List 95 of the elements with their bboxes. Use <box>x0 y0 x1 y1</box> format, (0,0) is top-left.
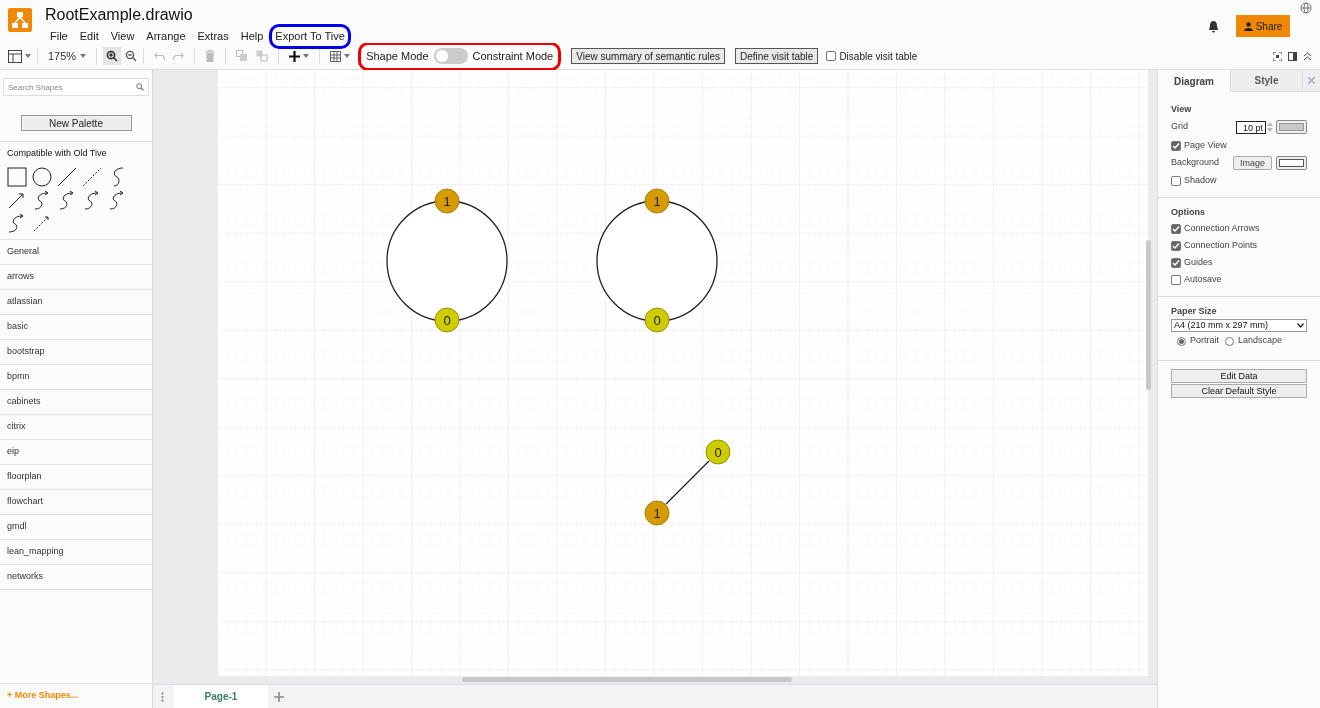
palette-section-header[interactable]: flowchart <box>0 490 152 514</box>
scrollbar[interactable] <box>1146 240 1151 390</box>
palette-section-header[interactable]: networks <box>0 565 152 589</box>
new-palette-button[interactable]: New Palette <box>20 115 132 131</box>
port-badge[interactable]: 0 <box>434 307 460 333</box>
checkbox[interactable] <box>1171 257 1181 268</box>
caret-icon[interactable] <box>80 54 87 58</box>
checkbox[interactable] <box>1171 240 1181 251</box>
menu-item[interactable]: Edit <box>77 27 101 46</box>
port-badge[interactable]: 1 <box>644 500 670 526</box>
palette-section-header[interactable]: arrows <box>0 265 152 289</box>
port-badge[interactable]: 1 <box>434 188 460 214</box>
checkbox[interactable] <box>1171 140 1181 151</box>
share-button[interactable]: Share <box>1236 15 1290 37</box>
checkbox-label: Disable visit table <box>839 49 918 64</box>
palette-section-header[interactable]: cabinets <box>0 390 152 414</box>
palette-section-header[interactable]: bootstrap <box>0 340 152 364</box>
menu-item[interactable]: View <box>108 27 137 46</box>
grid-color-swatch[interactable] <box>1276 120 1307 134</box>
chevron-down-icon <box>1297 323 1304 328</box>
document-title[interactable]: RootExample.drawio <box>45 3 193 27</box>
panel-tab[interactable]: Style <box>1230 70 1302 92</box>
shape-icon[interactable] <box>31 166 53 188</box>
page-tab[interactable]: Page-1 <box>174 684 268 708</box>
radio-label: Landscape <box>1238 334 1283 348</box>
checkbox[interactable] <box>826 51 837 61</box>
checkbox-label: Shadow <box>1184 173 1217 187</box>
checkbox[interactable] <box>1171 274 1181 285</box>
toolbar-button[interactable]: Define visit table <box>735 48 819 64</box>
menu-item[interactable]: File <box>48 27 70 46</box>
palette-section-header[interactable]: basic <box>0 315 152 339</box>
section-heading: Options <box>1171 206 1206 219</box>
insert-icon[interactable] <box>289 50 310 62</box>
paper-size-dropdown[interactable]: A4 (210 mm x 297 mm) <box>1171 319 1307 332</box>
palette-section-header[interactable]: citrix <box>0 415 152 439</box>
caret-icon[interactable] <box>25 54 31 58</box>
table-icon[interactable] <box>330 50 351 62</box>
palette-section-header[interactable]: General <box>0 240 152 264</box>
toolbar-button[interactable]: View summary of semantic rules <box>571 48 725 64</box>
palette-section-header[interactable]: Compatible with Old Tive <box>0 142 152 166</box>
checkbox-label: Autosave <box>1184 272 1222 286</box>
search-icon[interactable] <box>136 83 144 91</box>
mode-switch[interactable] <box>433 48 468 64</box>
menu-item[interactable]: Extras <box>195 27 231 46</box>
zoom-out-icon[interactable] <box>125 50 138 62</box>
checkbox-label: Connection Points <box>1184 238 1258 252</box>
palette-section-header[interactable]: bpmn <box>0 365 152 389</box>
person-icon <box>1243 21 1253 31</box>
palette-section-header[interactable]: gmdl <box>0 515 152 539</box>
palette-section-header[interactable]: atlassian <box>0 290 152 314</box>
radio-button[interactable] <box>1225 336 1234 346</box>
caret-icon[interactable] <box>344 54 351 58</box>
port-badge[interactable]: 1 <box>644 188 670 214</box>
port-badge[interactable]: 0 <box>705 439 731 465</box>
fit-icon[interactable] <box>1273 51 1282 61</box>
menu-item[interactable]: Arrange <box>144 27 188 46</box>
search-field[interactable]: Search Shapes <box>3 78 149 96</box>
globe-icon[interactable] <box>1300 2 1312 14</box>
checkbox[interactable] <box>1171 175 1181 186</box>
radio-button[interactable] <box>1177 336 1186 346</box>
app-logo-icon <box>8 8 32 32</box>
connector-line[interactable] <box>665 460 710 505</box>
checkbox-label: Guides <box>1184 255 1213 269</box>
add-page-icon[interactable] <box>274 691 284 702</box>
menu-item[interactable]: Help <box>238 27 266 46</box>
checkbox[interactable] <box>1171 223 1181 234</box>
palette-section-header[interactable]: floorplan <box>0 465 152 489</box>
grid-size-field[interactable]: 10 pt <box>1236 120 1266 134</box>
panel-button[interactable]: Edit Data <box>1171 369 1307 383</box>
field-label: Background <box>1171 156 1221 170</box>
palette-section-header[interactable]: lean_mapping <box>0 540 152 564</box>
toggle-label: Shape Mode <box>366 48 429 64</box>
radio-label: Portrait <box>1190 334 1219 348</box>
image-button[interactable]: Image <box>1233 156 1272 170</box>
shape-icon[interactable] <box>56 166 78 188</box>
caret-icon[interactable] <box>303 54 310 58</box>
notification-bell-icon[interactable] <box>1207 20 1220 33</box>
field-label: Grid <box>1171 120 1189 134</box>
zoom-in-icon[interactable] <box>103 47 122 65</box>
palette-section-header[interactable]: eip <box>0 440 152 464</box>
menu-item[interactable]: Export To Tive <box>273 27 347 46</box>
panel-button[interactable]: Clear Default Style <box>1171 384 1307 398</box>
section-heading: Paper Size <box>1171 305 1218 318</box>
toggle-label: Constraint Mode <box>472 48 554 64</box>
background-color-swatch[interactable] <box>1276 156 1307 170</box>
scrollbar[interactable] <box>462 677 792 682</box>
port-badge[interactable]: 0 <box>644 307 670 333</box>
page-menu-icon[interactable] <box>161 691 164 702</box>
panel-layout-icon[interactable] <box>8 49 31 63</box>
section-heading: View <box>1171 103 1193 116</box>
checkbox-label: Connection Arrows <box>1184 221 1260 235</box>
collapse-icon[interactable] <box>1303 51 1312 61</box>
checkbox-label: Page View <box>1184 138 1227 152</box>
zoom-dropdown[interactable]: 175% <box>44 47 91 65</box>
format-panel-icon[interactable] <box>1288 51 1297 61</box>
